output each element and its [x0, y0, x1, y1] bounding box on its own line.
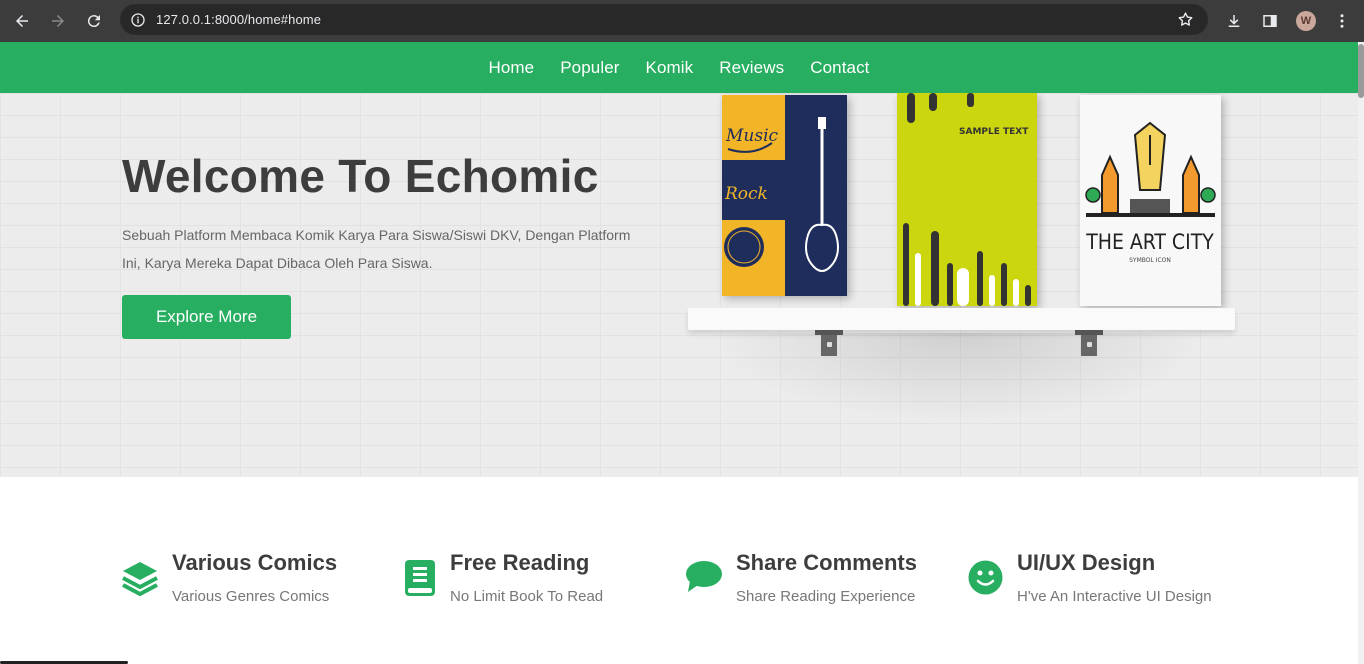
- comment-icon: [686, 561, 722, 592]
- hero-section: Welcome To Echomic Sebuah Platform Memba…: [0, 93, 1358, 477]
- site-navbar: Home Populer Komik Reviews Contact: [0, 42, 1358, 93]
- feature-various-comics: Various Comics Various Genres Comics: [122, 550, 382, 610]
- reload-icon: [87, 15, 100, 28]
- avatar: W: [1296, 11, 1316, 31]
- menu-button[interactable]: [1324, 3, 1360, 39]
- sample-text-label: SAMPLE TEXT: [959, 127, 1029, 137]
- nav-link-reviews[interactable]: Reviews: [706, 58, 797, 78]
- feature-subtitle: Various Genres Comics: [172, 588, 330, 605]
- feature-share-comments: Share Comments Share Reading Experience: [686, 550, 956, 610]
- shelf-shadow: [710, 333, 1210, 423]
- url-text[interactable]: 127.0.0.1:8000/home#home: [156, 12, 321, 27]
- book-shelf: [688, 308, 1235, 330]
- page-scrollbar[interactable]: [1358, 42, 1364, 664]
- back-icon: [16, 15, 28, 27]
- feature-ui-ux-design: UI/UX Design H've An Interactive UI Desi…: [968, 550, 1238, 610]
- feature-subtitle: H've An Interactive UI Design: [1017, 588, 1212, 605]
- site-info-button[interactable]: [120, 12, 156, 28]
- art-city-book: THE ART CITY SYMBOL ICON: [1080, 95, 1221, 306]
- bookmark-button[interactable]: [1177, 11, 1194, 33]
- feature-title: Free Reading: [450, 550, 590, 575]
- profile-button[interactable]: W: [1288, 3, 1324, 39]
- scrollbar-thumb[interactable]: [1358, 44, 1364, 98]
- book-icon: [405, 560, 435, 596]
- menu-dots-icon: [1340, 14, 1344, 28]
- back-button[interactable]: [4, 3, 40, 39]
- features-section: Various Comics Various Genres Comics Fre…: [0, 477, 1358, 664]
- star-icon: [1178, 12, 1193, 26]
- shelf-bracket-right: [1075, 330, 1103, 356]
- side-panel-button[interactable]: [1252, 3, 1288, 39]
- explore-more-button[interactable]: Explore More: [122, 295, 291, 339]
- download-icon: [1228, 15, 1240, 27]
- shelf-bracket-left: [815, 330, 843, 356]
- address-bar[interactable]: 127.0.0.1:8000/home#home: [120, 4, 1208, 35]
- info-icon: [131, 12, 145, 27]
- toolbar-actions: W: [1216, 0, 1364, 42]
- layers-icon: [122, 562, 158, 596]
- rock-label: Rock: [724, 184, 768, 204]
- feature-title: UI/UX Design: [1017, 550, 1156, 575]
- feature-title: Share Comments: [736, 550, 917, 575]
- sample-text-book: SAMPLE TEXT: [897, 93, 1037, 306]
- smile-icon: [968, 560, 1003, 595]
- feature-title: Various Comics: [172, 550, 338, 575]
- nav-link-komik[interactable]: Komik: [633, 58, 707, 78]
- nav-link-home[interactable]: Home: [475, 58, 547, 78]
- art-city-subtitle: SYMBOL ICON: [1129, 257, 1171, 264]
- feature-subtitle: Share Reading Experience: [736, 588, 916, 605]
- feature-free-reading: Free Reading No Limit Book To Read: [404, 550, 664, 610]
- feature-subtitle: No Limit Book To Read: [450, 588, 604, 605]
- hero-title: Welcome To Echomic: [122, 150, 599, 202]
- art-city-title: THE ART CITY: [1085, 230, 1214, 254]
- forward-icon: [52, 15, 64, 27]
- hero-description: Sebuah Platform Membaca Komik Karya Para…: [122, 227, 631, 271]
- reload-button[interactable]: [76, 3, 112, 39]
- download-button[interactable]: [1216, 3, 1252, 39]
- music-rock-book: Music Rock: [722, 95, 847, 296]
- nav-link-contact[interactable]: Contact: [797, 58, 882, 78]
- browser-toolbar: 127.0.0.1:8000/home#home W: [0, 0, 1364, 42]
- nav-link-populer[interactable]: Populer: [547, 58, 632, 78]
- side-panel-icon: [1263, 15, 1277, 27]
- forward-button[interactable]: [40, 3, 76, 39]
